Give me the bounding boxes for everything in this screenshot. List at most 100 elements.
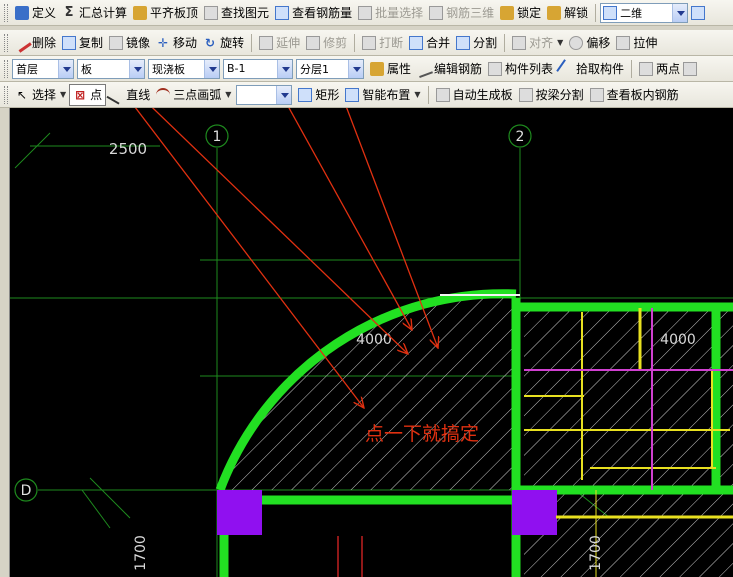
three-point-arc-button[interactable]: 三点画弧 ▼ — [153, 84, 234, 106]
grid-icon[interactable] — [683, 61, 698, 76]
delete-button[interactable]: 删除 — [12, 32, 59, 54]
copy-button[interactable]: 复制 — [59, 32, 106, 54]
view-mode-icon — [603, 5, 618, 20]
auto-generate-slab-button[interactable]: 自动生成板 — [433, 84, 516, 106]
axis-bubble-2: 2 — [508, 124, 532, 148]
chevron-down-icon[interactable] — [348, 59, 363, 78]
edit-rebar-button[interactable]: 编辑钢筋 — [414, 58, 485, 80]
slab-rebar-icon — [589, 87, 604, 102]
rotate-icon: ↻ — [205, 35, 216, 50]
properties-button[interactable]: 属性 — [367, 58, 414, 80]
chevron-down-icon[interactable] — [277, 59, 292, 78]
axis-label-2: 2 — [516, 129, 525, 145]
binoculars-icon — [204, 5, 219, 20]
split-beam-icon — [518, 87, 533, 102]
list-icon — [488, 61, 503, 76]
rotate-button[interactable]: ↻ 旋转 — [200, 32, 247, 54]
merge-button[interactable]: 合并 — [406, 32, 453, 54]
separator — [354, 33, 356, 52]
toolbar-grip[interactable] — [4, 85, 8, 104]
dimension-slab-left: 4000 — [356, 332, 392, 348]
batch-select-button[interactable]: 批量选择 — [355, 2, 426, 24]
split-button[interactable]: 分割 — [453, 32, 500, 54]
3d-view-icon[interactable] — [691, 5, 706, 20]
summary-calc-button[interactable]: Σ 汇总计算 — [59, 2, 130, 24]
batch-select-icon — [358, 5, 373, 20]
column-2d[interactable] — [512, 490, 557, 535]
eraser-icon — [12, 32, 32, 53]
mirror-button[interactable]: 镜像 — [106, 32, 153, 54]
align-button[interactable]: 对齐 ▼ — [509, 32, 566, 54]
pick-component-button[interactable]: 拾取构件 — [556, 58, 627, 80]
dropdown-arrow-icon: ▼ — [60, 90, 67, 99]
column-1d[interactable] — [217, 490, 262, 535]
properties-icon — [370, 61, 384, 76]
annotation-text: 点一下就搞定 — [365, 423, 479, 445]
define-button[interactable]: 定义 — [12, 2, 59, 24]
chevron-down-icon[interactable] — [58, 59, 73, 78]
split-by-beam-button[interactable]: 按梁分割 — [516, 84, 587, 106]
axis-label-d: D — [21, 483, 32, 499]
toolbar-grip[interactable] — [4, 3, 8, 22]
floor-select[interactable]: 首层 — [12, 58, 74, 79]
point-button[interactable]: ⊠ 点 — [69, 83, 107, 106]
edit-toolbar: 删除 复制 镜像 ✛ 移动 ↻ 旋转 延伸 修剪 打断 合并 分割 对齐 ▼ 偏移 拉… — [0, 30, 733, 56]
unlock-icon — [547, 5, 562, 20]
lower-beam-lines — [337, 536, 363, 577]
layer-select[interactable]: 分层1 — [296, 58, 364, 79]
rebar-edit-icon — [415, 59, 433, 78]
axis-bubble-1: 1 — [205, 124, 229, 148]
cursor-icon: ↖ — [16, 87, 28, 102]
view-rebar-qty-button[interactable]: 查看钢筋量 — [272, 2, 355, 24]
unlock-button[interactable]: 解锁 — [544, 2, 591, 24]
rect-slab-right[interactable] — [524, 308, 733, 577]
smart-layout-button[interactable]: 智能布置 ▼ — [342, 84, 423, 106]
rectangle-button[interactable]: 矩形 — [295, 84, 342, 106]
dropdown-arrow-icon: ▼ — [557, 38, 564, 47]
toolbar-grip[interactable] — [4, 33, 8, 52]
component-toolbar: 首层 板 现浇板 B-1 分层1 属性 编辑钢筋 构件列表 拾取构件 两点 — [0, 56, 733, 82]
find-element-button[interactable]: 查找图元 — [201, 2, 272, 24]
stretch-button[interactable]: 拉伸 — [613, 32, 660, 54]
align-slab-top-button[interactable]: 平齐板顶 — [130, 2, 201, 24]
chevron-down-icon[interactable] — [672, 3, 688, 22]
chevron-down-icon[interactable] — [129, 59, 144, 78]
break-icon — [362, 35, 377, 50]
dimension-bottom-right: 1700 — [588, 535, 604, 571]
lock-button[interactable]: 锁定 — [497, 2, 544, 24]
dimension-slab-right: 4000 — [660, 332, 696, 348]
select-button[interactable]: ↖ 选择 ▼ — [12, 84, 69, 106]
view-mode-select[interactable]: 二维 — [600, 2, 689, 23]
cad-drawing[interactable]: 1 2 D 2500 4000 4000 1700 1700 点一下就搞定 — [0, 63, 733, 577]
arc-option-select[interactable] — [236, 84, 293, 105]
dropdown-arrow-icon: ▼ — [414, 90, 421, 99]
toolbar-grip[interactable] — [4, 59, 8, 78]
define-icon — [15, 5, 29, 20]
two-point-button[interactable]: 两点 — [636, 58, 683, 80]
chevron-down-icon[interactable] — [276, 85, 292, 104]
view-slab-rebar-button[interactable]: 查看板内钢筋 — [587, 84, 682, 106]
separator — [251, 33, 253, 52]
split-icon — [456, 35, 471, 50]
drawing-canvas[interactable]: 1 2 D 2500 4000 4000 1700 1700 点一下就搞定 — [0, 63, 733, 577]
break-button[interactable]: 打断 — [359, 32, 406, 54]
mirror-icon — [109, 35, 124, 50]
smart-layout-icon — [345, 87, 360, 102]
component-name-select[interactable]: B-1 — [223, 58, 293, 79]
move-button[interactable]: ✛ 移动 — [153, 32, 200, 54]
separator — [595, 3, 597, 22]
sigma-icon: Σ — [64, 4, 74, 20]
component-type-select[interactable]: 板 — [77, 58, 145, 79]
left-splitter[interactable] — [0, 108, 10, 577]
trim-button[interactable]: 修剪 — [303, 32, 350, 54]
offset-icon — [569, 35, 584, 50]
sub-type-select[interactable]: 现浇板 — [148, 58, 220, 79]
extend-button[interactable]: 延伸 — [256, 32, 303, 54]
offset-button[interactable]: 偏移 — [566, 32, 613, 54]
dimension-bottom-left: 1700 — [133, 535, 149, 571]
draw-toolbar: ↖ 选择 ▼ ⊠ 点 直线 三点画弧 ▼ 矩形 智能布置 ▼ 自动生成板 按梁分割 查看板… — [0, 82, 733, 108]
chevron-down-icon[interactable] — [204, 59, 219, 78]
component-list-button[interactable]: 构件列表 — [485, 58, 556, 80]
line-button[interactable]: 直线 — [106, 84, 153, 106]
rebar-3d-button[interactable]: 钢筋三维 — [426, 2, 497, 24]
